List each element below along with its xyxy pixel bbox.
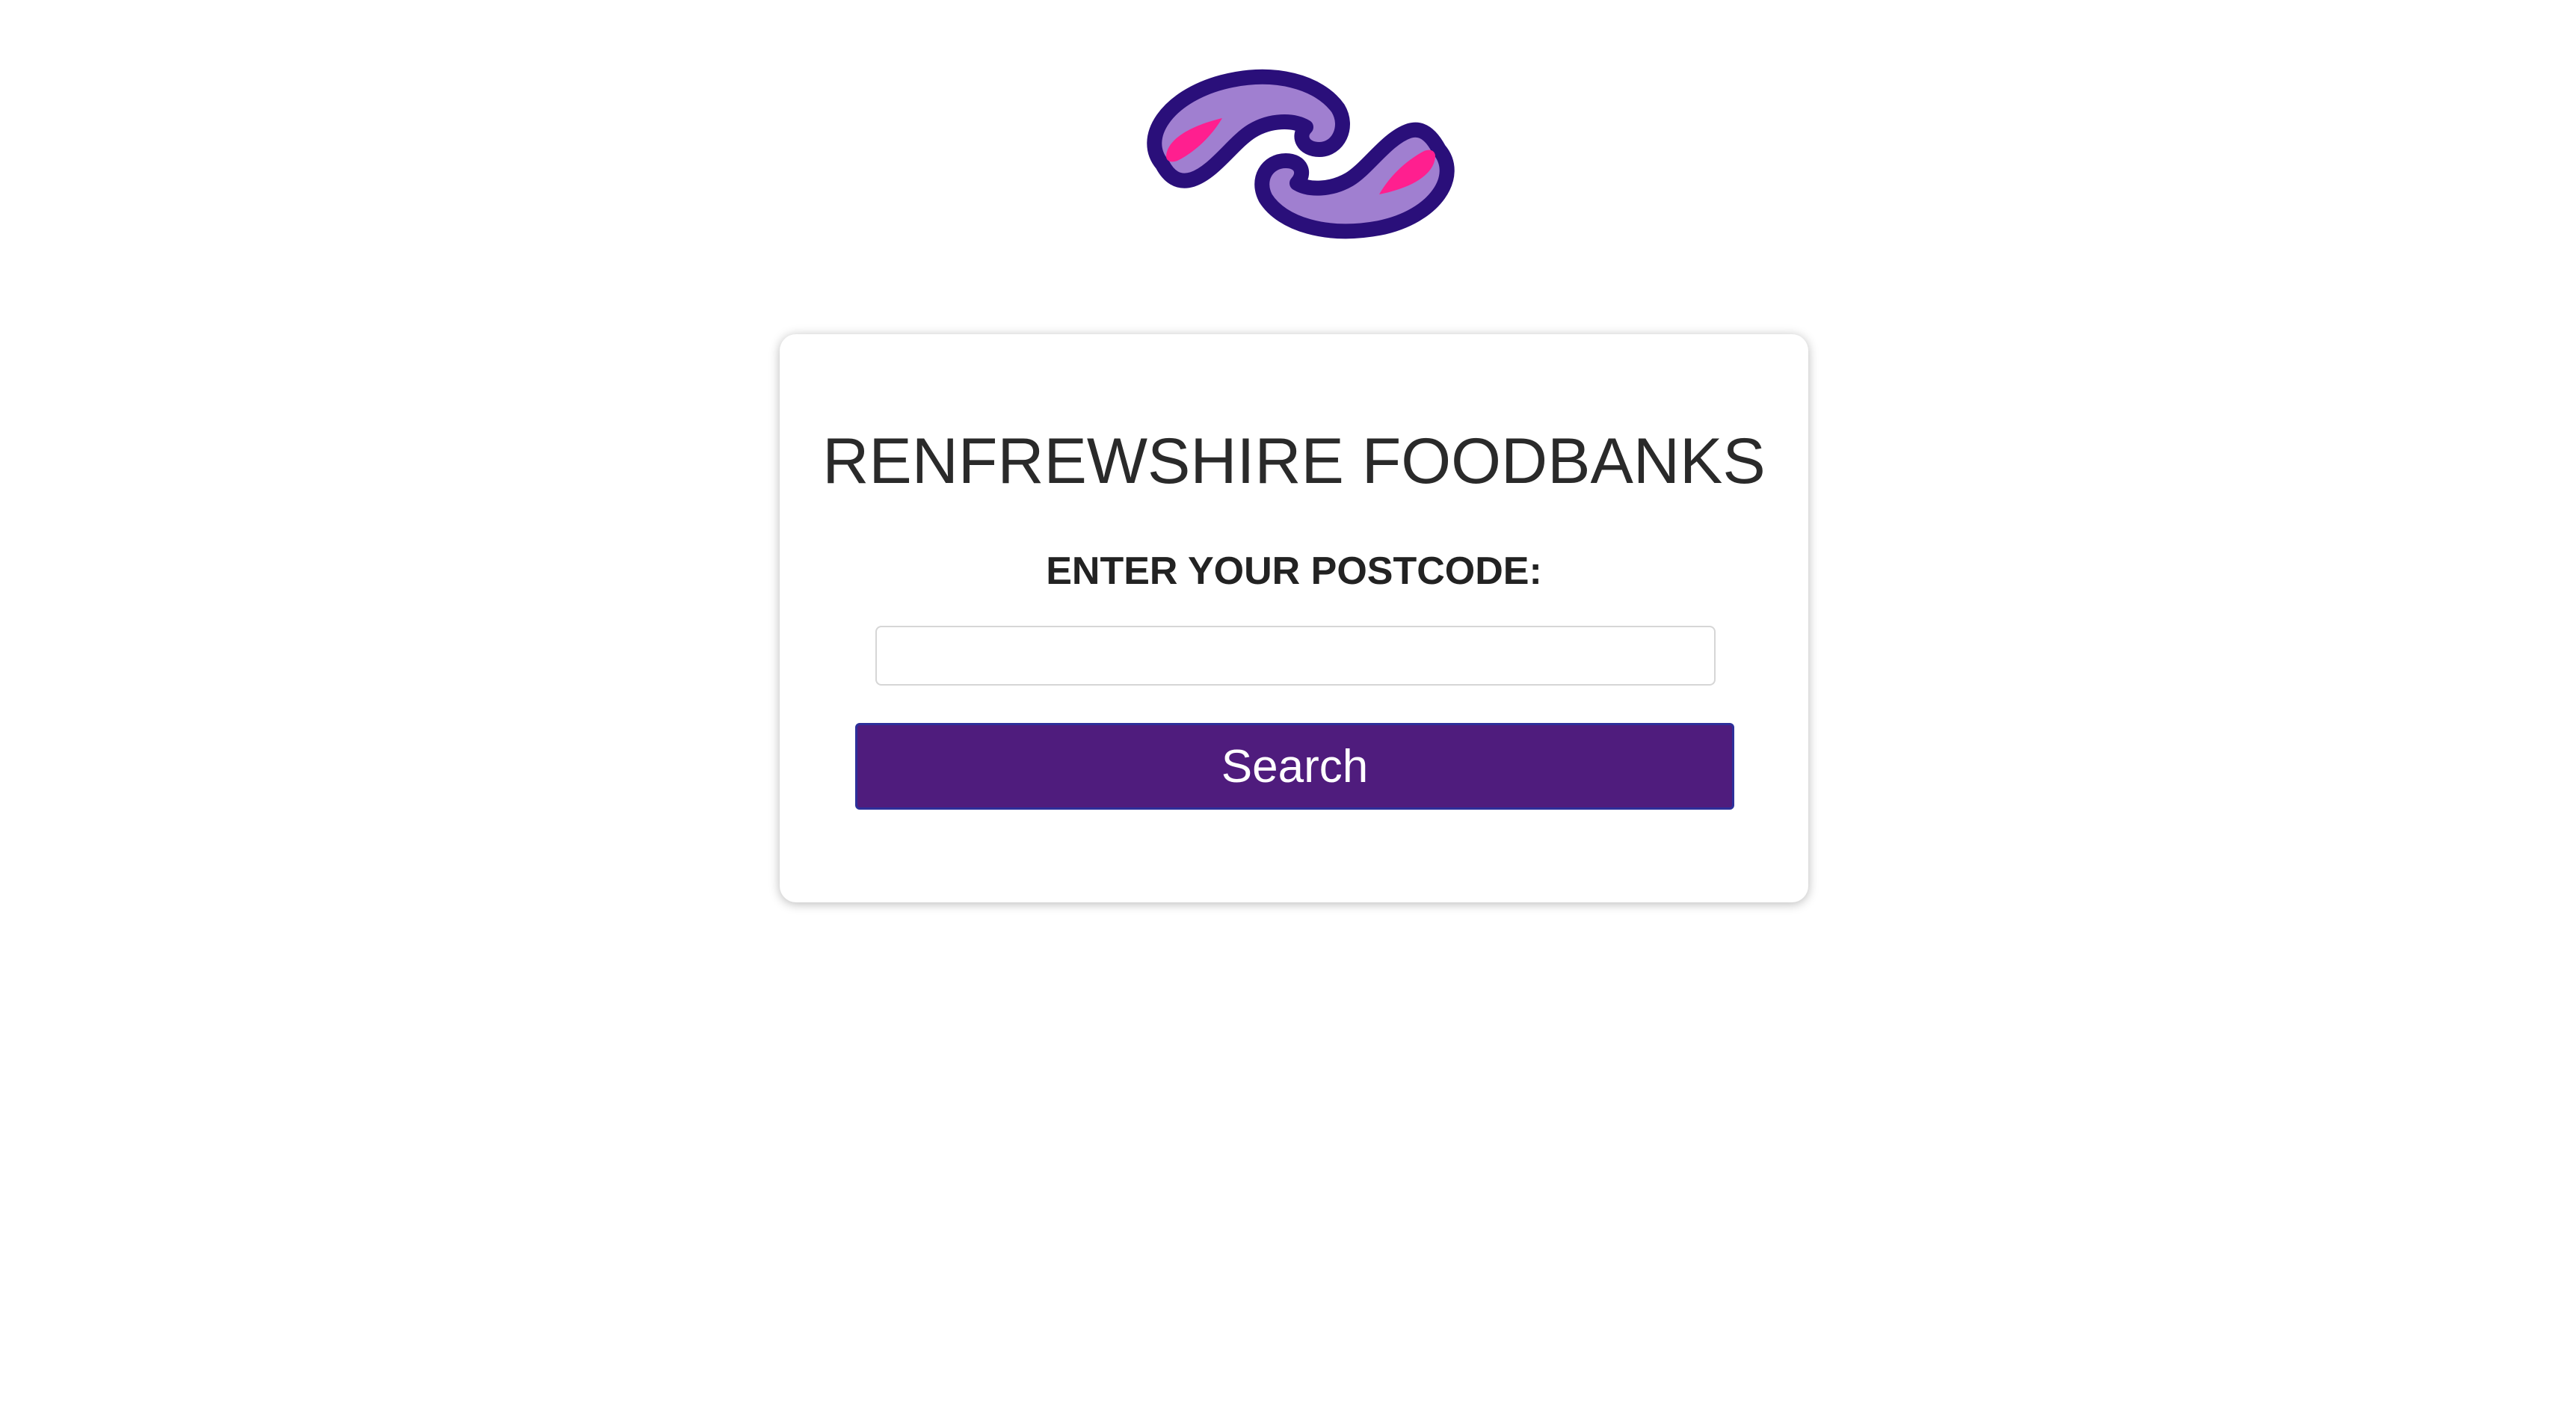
page-title: RENFREWSHIRE FOODBANKS: [822, 425, 1766, 497]
postcode-input[interactable]: [875, 626, 1716, 686]
search-button[interactable]: Search: [855, 723, 1734, 810]
page: RENFREWSHIRE FOODBANKS ENTER YOUR POSTCO…: [0, 0, 2576, 1413]
postcode-label: ENTER YOUR POSTCODE:: [1046, 550, 1542, 593]
search-card: RENFREWSHIRE FOODBANKS ENTER YOUR POSTCO…: [780, 334, 1808, 902]
paisley-logo-icon: [1133, 67, 1469, 239]
